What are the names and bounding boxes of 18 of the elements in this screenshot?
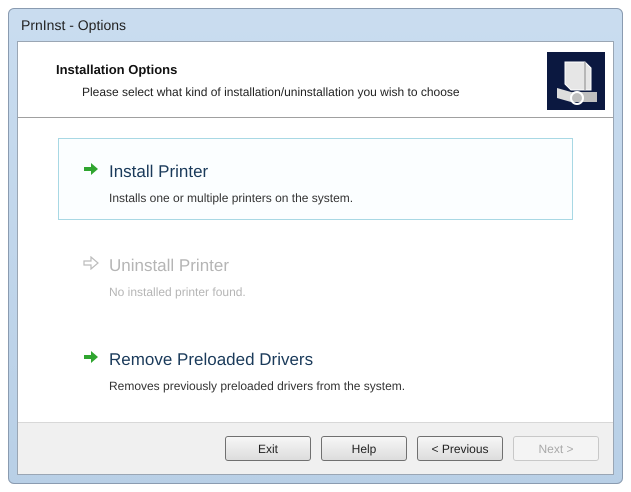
option-title: Remove Preloaded Drivers: [109, 349, 314, 371]
header-title: Installation Options: [56, 61, 178, 79]
dialog-button[interactable]: < Previous: [417, 436, 503, 461]
option-title: Uninstall Printer: [109, 255, 230, 277]
install-option[interactable]: Remove Preloaded Drivers Removes previously preloaded drivers from the system.: [58, 326, 573, 408]
window-title: PrnInst - Options: [21, 16, 126, 35]
option-description: No installed printer found.: [109, 284, 246, 300]
install-option[interactable]: Install Printer Installs one or multiple printers on the system.: [58, 138, 573, 220]
dialog-button[interactable]: Exit: [225, 436, 311, 461]
header-subtitle: Please select what kind of installation/uninstallation you wish to choose: [81, 84, 460, 100]
arrow-icon: [83, 350, 99, 364]
arrow-icon: [83, 256, 99, 270]
option-title: Install Printer: [109, 161, 210, 183]
arrow-icon: [83, 162, 99, 176]
option-description: Removes previously preloaded drivers from the system.: [109, 378, 406, 394]
option-description: Installs one or multiple printers on the system.: [109, 190, 354, 206]
computer-icon: [547, 52, 605, 110]
dialog-button[interactable]: Help: [321, 436, 407, 461]
